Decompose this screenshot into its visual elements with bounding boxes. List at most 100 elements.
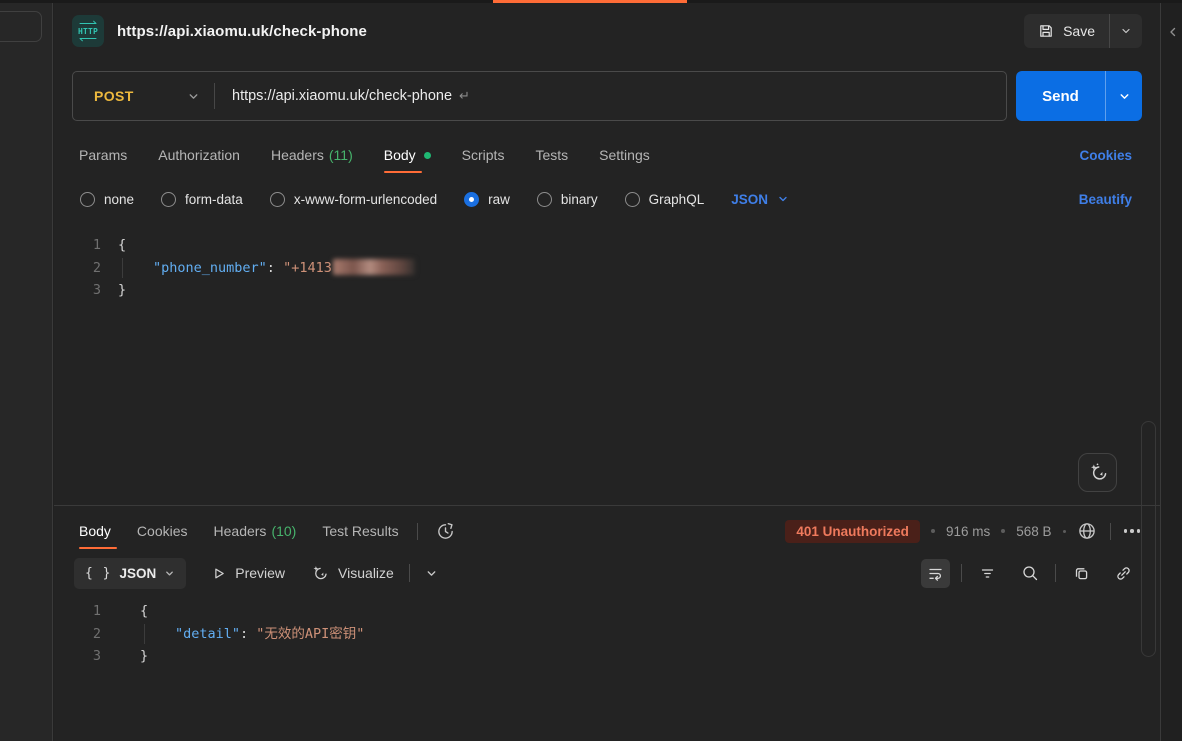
link-button[interactable]	[1109, 559, 1138, 588]
headers-count-badge: (11)	[329, 147, 353, 163]
tab-headers[interactable]: Headers(11)	[271, 137, 353, 173]
tab-tests[interactable]: Tests	[535, 137, 568, 173]
beautify-link[interactable]: Beautify	[1079, 192, 1132, 207]
visualize-button[interactable]: Visualize	[310, 564, 394, 583]
window-top-strip	[0, 0, 1182, 3]
copy-button[interactable]	[1067, 559, 1096, 588]
filter-button[interactable]	[973, 559, 1002, 588]
url-bar: POST https://api.xiaomu.uk/check-phone ↵	[72, 71, 1007, 121]
save-icon	[1038, 23, 1054, 39]
right-panel-strip	[1160, 0, 1182, 741]
method-chevron-icon	[187, 90, 200, 103]
radio-none-circle[interactable]	[80, 192, 95, 207]
line-number: 2	[54, 257, 118, 280]
response-time[interactable]: 916 ms	[946, 524, 990, 539]
open-brace: {	[140, 603, 148, 619]
network-globe-icon[interactable]	[1077, 521, 1097, 541]
copy-icon	[1073, 565, 1090, 582]
visualize-label: Visualize	[338, 565, 394, 581]
active-tab-underline	[79, 547, 117, 549]
tab-authorization[interactable]: Authorization	[158, 137, 240, 173]
url-input[interactable]: https://api.xiaomu.uk/check-phone	[215, 88, 452, 104]
response-tab-body[interactable]: Body	[79, 513, 111, 549]
radio-raw[interactable]: raw	[464, 192, 510, 207]
enter-key-hint: ↵	[459, 88, 470, 104]
response-headers-count-badge: (10)	[271, 523, 296, 539]
preview-play-icon	[211, 566, 226, 581]
response-meta: 401 Unauthorized 916 ms 568 B	[785, 520, 1140, 543]
postbot-sparkle-icon	[1087, 462, 1109, 484]
response-tab-headers[interactable]: Headers(10)	[214, 513, 297, 549]
collapse-panel-icon[interactable]	[1166, 24, 1178, 40]
save-options-chevron[interactable]	[1110, 14, 1142, 48]
send-options-chevron[interactable]	[1106, 71, 1142, 121]
radio-binary-circle[interactable]	[537, 192, 552, 207]
radio-graphql-circle[interactable]	[625, 192, 640, 207]
request-header: HTTP https://api.xiaomu.uk/check-phone S…	[54, 9, 1160, 53]
radio-urlencoded[interactable]: x-www-form-urlencoded	[270, 192, 437, 207]
format-chevron-icon	[164, 568, 175, 579]
send-button-label[interactable]: Send	[1016, 71, 1106, 121]
preview-button[interactable]: Preview	[211, 565, 285, 581]
divider	[409, 564, 410, 582]
tab-body[interactable]: Body	[384, 137, 431, 173]
tab-params[interactable]: Params	[79, 137, 127, 173]
response-tab-test-results[interactable]: Test Results	[322, 513, 398, 549]
radio-raw-circle[interactable]	[464, 192, 479, 207]
active-tab-underline	[384, 171, 422, 173]
method-selector[interactable]: POST	[73, 88, 214, 104]
search-icon	[1021, 564, 1039, 582]
save-button-label: Save	[1063, 23, 1095, 39]
braces-icon: { }	[85, 566, 111, 581]
radio-binary[interactable]: binary	[537, 192, 598, 207]
radio-form-data[interactable]: form-data	[161, 192, 243, 207]
line-number: 1	[54, 600, 118, 623]
wrap-text-button[interactable]	[921, 559, 950, 588]
cookies-link[interactable]: Cookies	[1079, 148, 1132, 163]
close-brace: }	[140, 648, 148, 664]
request-pane: HTTP https://api.xiaomu.uk/check-phone S…	[54, 0, 1160, 741]
left-sidebar	[0, 0, 53, 741]
divider	[417, 523, 418, 540]
format-label: JSON	[119, 566, 156, 581]
active-tab-indicator	[493, 0, 687, 3]
divider	[1110, 523, 1111, 540]
line-number: 1	[54, 234, 118, 257]
json-value: "无效的API密钥"	[256, 626, 364, 642]
code-line: 1 {	[54, 234, 1160, 257]
response-format-dropdown[interactable]: { } JSON	[74, 558, 186, 589]
radio-urlencoded-circle[interactable]	[270, 192, 285, 207]
redacted-phone-number	[333, 259, 415, 275]
filter-icon	[979, 565, 996, 582]
save-button[interactable]: Save	[1024, 14, 1142, 48]
language-label: JSON	[731, 192, 768, 207]
response-tab-cookies[interactable]: Cookies	[137, 513, 188, 549]
response-right-tools	[921, 559, 1138, 588]
radio-none[interactable]: none	[80, 192, 134, 207]
wrap-text-icon	[927, 565, 944, 582]
sidebar-collapsed-item[interactable]	[0, 11, 42, 42]
tab-scripts[interactable]: Scripts	[462, 137, 505, 173]
language-dropdown[interactable]: JSON	[731, 192, 789, 207]
response-toolbar: { } JSON Preview Visualize	[74, 556, 1138, 590]
response-size[interactable]: 568 B	[1016, 524, 1051, 539]
response-body-editor[interactable]: 1 { 2 "detail": "无效的API密钥" 3 }	[54, 600, 1160, 668]
send-button[interactable]: Send	[1016, 71, 1142, 121]
request-title: https://api.xiaomu.uk/check-phone	[117, 23, 367, 40]
divider	[1055, 564, 1056, 582]
radio-form-data-circle[interactable]	[161, 192, 176, 207]
language-chevron-icon	[777, 193, 789, 205]
tab-settings[interactable]: Settings	[599, 137, 650, 173]
body-modified-dot	[424, 152, 431, 159]
response-history-icon[interactable]	[436, 522, 455, 541]
divider	[961, 564, 962, 582]
radio-graphql[interactable]: GraphQL	[625, 192, 705, 207]
request-body-editor[interactable]: 1 { 2 "phone_number": "+1413 3 }	[54, 234, 1160, 302]
collapse-toolbar-chevron[interactable]	[425, 567, 438, 580]
search-button[interactable]	[1015, 559, 1044, 588]
postbot-ai-button[interactable]	[1078, 453, 1117, 492]
status-badge[interactable]: 401 Unauthorized	[785, 520, 920, 543]
json-key: "phone_number"	[153, 260, 267, 276]
more-options-menu[interactable]	[1124, 529, 1141, 533]
code-line: 3 }	[54, 645, 1160, 668]
